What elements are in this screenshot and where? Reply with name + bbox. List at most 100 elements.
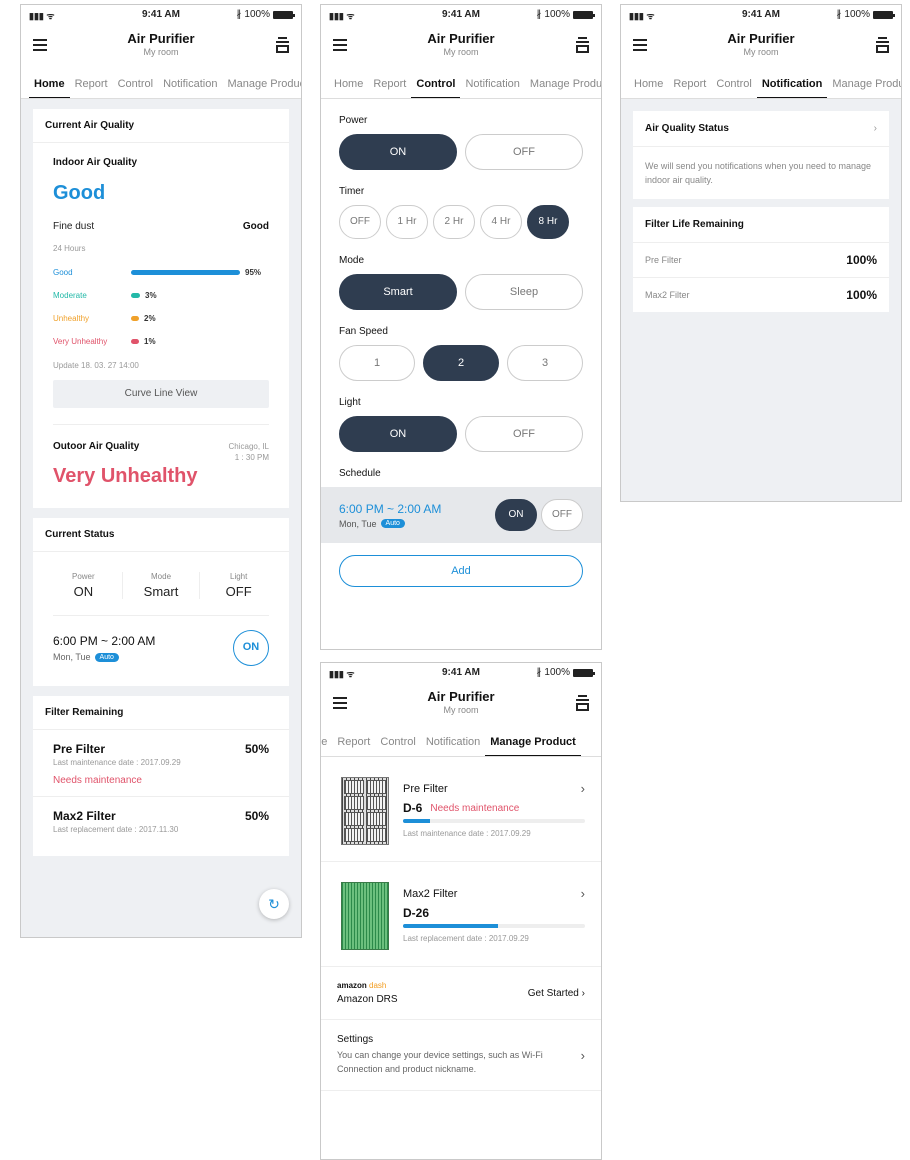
control-panel: Power ON OFF Timer OFF 1 Hr 2 Hr 4 Hr 8 Hr M…	[321, 99, 601, 649]
air-quality-status-row[interactable]: Air Quality Status ›	[633, 111, 889, 146]
timer-option-button[interactable]: 8 Hr	[527, 205, 569, 239]
tab-bar: Home Report Control Notification Manage …	[21, 71, 301, 99]
menu-icon[interactable]	[633, 39, 647, 51]
mode-sleep-button[interactable]: Sleep	[465, 274, 583, 310]
breakdown-percent: 2%	[144, 314, 156, 323]
tab-control[interactable]: Control	[711, 71, 756, 98]
battery-percent: 100%	[544, 9, 570, 20]
get-started-link[interactable]: Get Started ›	[528, 988, 585, 999]
app-bar: Air Purifier My room	[21, 25, 301, 71]
tab-report[interactable]: Report	[668, 71, 711, 98]
settings-row[interactable]: Settings You can change your device sett…	[321, 1020, 601, 1091]
device-icon[interactable]	[576, 37, 589, 53]
fan-speed-option-button[interactable]: 3	[507, 345, 583, 381]
timer-option-button[interactable]: 1 Hr	[386, 205, 428, 239]
tab-home[interactable]: Home	[321, 729, 332, 756]
tab-notification[interactable]: Notification	[460, 71, 524, 98]
air-quality-status-card[interactable]: Air Quality Status › We will send you no…	[633, 111, 889, 199]
app-title: Air Purifier	[427, 689, 495, 704]
schedule-off-button[interactable]: OFF	[541, 499, 583, 531]
filter-item-pre: Pre Filter 50% Last maintenance date : 2…	[33, 730, 289, 797]
tab-notification[interactable]: Notification	[421, 729, 485, 756]
status-bar: ▮▮▮ ᯤ 9:41 AM ∦ 100%	[321, 5, 601, 25]
status-mode: Mode Smart	[123, 572, 201, 599]
manage-item-pre-filter[interactable]: Pre Filter D-6 Needs maintenance Last ma…	[321, 757, 601, 862]
refresh-icon[interactable]: ↻	[259, 889, 289, 919]
tab-home[interactable]: Home	[329, 71, 368, 98]
current-status-card: Current Status Power ON Mode Smart Light…	[33, 518, 289, 686]
tab-report[interactable]: Report	[70, 71, 113, 98]
tab-manage-product[interactable]: Manage Product	[827, 71, 901, 98]
chevron-right-icon: ›	[873, 123, 877, 134]
app-bar: Air Purifier My room	[621, 25, 901, 71]
tab-home[interactable]: Home	[629, 71, 668, 98]
mode-toggle: Smart Sleep	[339, 274, 583, 310]
control-screen: ▮▮▮ ᯤ 9:41 AM ∦ 100% Air Purifier My room…	[320, 4, 602, 650]
card-title: Filter Remaining	[33, 696, 289, 730]
amazon-drs-row[interactable]: amazon dash Amazon DRS Get Started ›	[321, 967, 601, 1020]
tab-manage-product[interactable]: Manage Product	[525, 71, 601, 98]
filter-remaining-card: Filter Remaining Pre Filter 50% Last mai…	[33, 696, 289, 856]
filter-date: Last replacement date : 2017.09.29	[403, 934, 529, 943]
battery-status: ∦ 100%	[836, 9, 895, 20]
device-icon[interactable]	[876, 37, 889, 53]
tab-control[interactable]: Control	[113, 71, 158, 98]
status-key: Power	[71, 572, 95, 581]
chevron-right-icon: ›	[581, 987, 585, 999]
app-title: Air Purifier	[127, 31, 195, 46]
breakdown-bar	[131, 316, 139, 321]
schedule-toggle-button[interactable]: ON	[233, 630, 269, 666]
light-toggle: ON OFF	[339, 416, 583, 452]
air-quality-status-title: Air Quality Status	[645, 123, 729, 134]
outdoor-location: Chicago, IL 1 : 30 PM	[229, 441, 269, 463]
air-quality-status-desc: We will send you notifications when you …	[633, 146, 889, 199]
update-time: Update 18. 03. 27 14:00	[53, 361, 139, 370]
chevron-right-icon: ›	[580, 886, 585, 901]
power-on-button[interactable]: ON	[339, 134, 457, 170]
battery-icon	[573, 668, 595, 677]
power-off-button[interactable]: OFF	[465, 134, 583, 170]
device-icon[interactable]	[276, 37, 289, 53]
breakdown-label: Moderate	[53, 291, 87, 300]
manage-product-screen: ▮▮▮ ᯤ 9:41 AM ∦ 100% Air Purifier My room…	[320, 662, 602, 1160]
bluetooth-icon: ∦	[236, 9, 242, 20]
tab-home[interactable]: Home	[29, 71, 70, 98]
tab-control[interactable]: Control	[411, 71, 461, 98]
battery-icon	[873, 10, 895, 19]
tab-manage-product[interactable]: Manage Product	[485, 729, 581, 756]
filter-progress	[403, 924, 585, 928]
app-subtitle: My room	[143, 47, 179, 57]
light-on-button[interactable]: ON	[339, 416, 457, 452]
pre-filter-image	[341, 777, 389, 845]
menu-icon[interactable]	[333, 39, 347, 51]
filter-name: Pre Filter	[403, 783, 448, 795]
tab-control[interactable]: Control	[375, 729, 420, 756]
manage-item-max2-filter[interactable]: Max2 Filter D-26 Last replacement date :…	[321, 862, 601, 967]
schedule-on-button[interactable]: ON	[495, 499, 537, 531]
fan-speed-option-button[interactable]: 1	[339, 345, 415, 381]
fan-speed-option-button[interactable]: 2	[423, 345, 499, 381]
tab-report[interactable]: Report	[332, 729, 375, 756]
tab-report[interactable]: Report	[368, 71, 411, 98]
tab-notification[interactable]: Notification	[158, 71, 222, 98]
menu-icon[interactable]	[33, 39, 47, 51]
filter-name: Max2 Filter	[645, 290, 690, 300]
device-icon[interactable]	[576, 695, 589, 711]
battery-status: ∦ 100%	[536, 9, 595, 20]
mode-smart-button[interactable]: Smart	[339, 274, 457, 310]
breakdown-bar	[131, 293, 140, 298]
timer-option-button[interactable]: 2 Hr	[433, 205, 475, 239]
timer-option-button[interactable]: OFF	[339, 205, 381, 239]
home-screen: ▮▮▮ ᯤ 9:41 AM ∦ 100% Air Purifier My room…	[20, 4, 302, 938]
status-key: Light	[230, 572, 248, 581]
light-off-button[interactable]: OFF	[465, 416, 583, 452]
curve-line-view-button[interactable]: Curve Line View	[53, 380, 269, 408]
tab-manage-product[interactable]: Manage Product	[222, 71, 301, 98]
menu-icon[interactable]	[333, 697, 347, 709]
filter-percent: 50%	[244, 742, 269, 756]
fan-speed-label: Fan Speed	[339, 326, 388, 337]
timer-option-button[interactable]: 4 Hr	[480, 205, 522, 239]
tab-notification[interactable]: Notification	[756, 71, 828, 98]
schedule-item[interactable]: 6:00 PM ~ 2:00 AM Mon, Tue Auto ON OFF	[321, 487, 601, 543]
add-schedule-button[interactable]: Add	[339, 555, 583, 587]
